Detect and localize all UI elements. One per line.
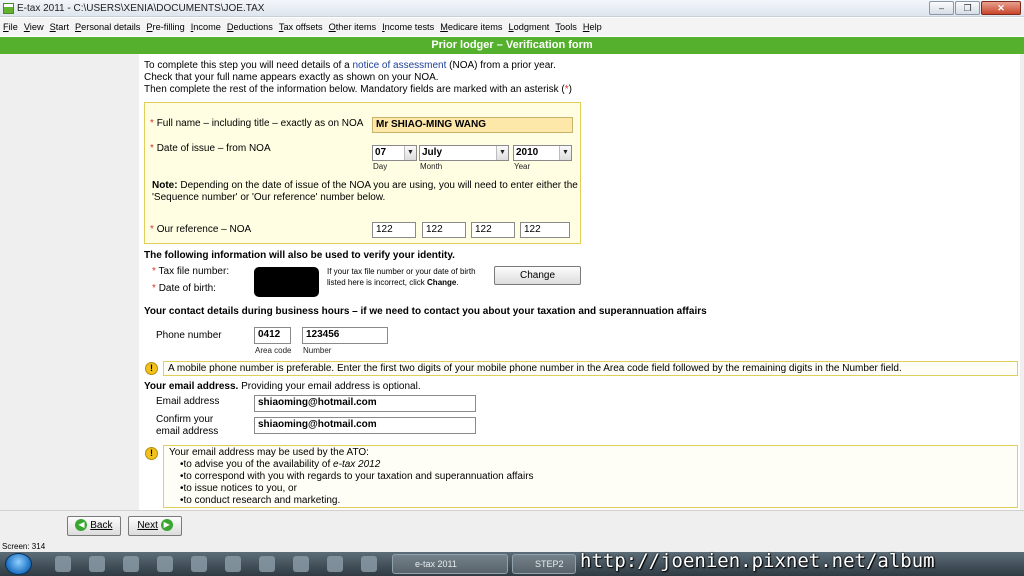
- month-select[interactable]: July ▼: [419, 145, 509, 161]
- date-of-issue-label: * Date of issue – from NOA: [150, 143, 271, 154]
- watermark-text: http://joenien.pixnet.net/album: [580, 550, 935, 572]
- maximize-button[interactable]: ❐: [955, 1, 980, 15]
- confirm-email-field[interactable]: shiaoming@hotmail.com: [254, 417, 476, 434]
- email-field[interactable]: shiaoming@hotmail.com: [254, 395, 476, 412]
- email-notice-item-4: •to conduct research and marketing.: [180, 495, 341, 506]
- mobile-notice: A mobile phone number is preferable. Ent…: [163, 361, 1018, 376]
- window-titlebar: E-tax 2011 - C:\USERS\XENIA\DOCUMENTS\JO…: [0, 0, 1024, 17]
- our-reference-label: * Our reference – NOA: [150, 224, 252, 235]
- year-caption: Year: [514, 162, 531, 171]
- menu-help[interactable]: Help: [583, 22, 602, 32]
- contact-heading: Your contact details during business hou…: [144, 306, 707, 317]
- day-select[interactable]: 07 ▼: [372, 145, 417, 161]
- taskbar-app-icon[interactable]: [361, 556, 377, 572]
- menu-pre-filling[interactable]: Pre-filling: [146, 22, 184, 32]
- change-button[interactable]: Change: [494, 266, 581, 285]
- email-heading: Your email address. Providing your email…: [144, 381, 421, 392]
- window-title: E-tax 2011 - C:\USERS\XENIA\DOCUMENTS\JO…: [17, 3, 265, 14]
- menu-bar: File View Start Personal details Pre-fil…: [0, 18, 1024, 36]
- right-margin: [1020, 54, 1024, 510]
- identity-help-line-1: If your tax file number or your date of …: [327, 267, 476, 276]
- fullname-field[interactable]: Mr SHIAO-MING WANG: [372, 117, 573, 133]
- menu-view[interactable]: View: [24, 22, 44, 32]
- taskbar-app-icon[interactable]: [157, 556, 173, 572]
- notice-of-assessment-link[interactable]: notice of assessment: [352, 60, 446, 71]
- menu-tax-offsets[interactable]: Tax offsets: [279, 22, 323, 32]
- close-button[interactable]: ✕: [981, 1, 1021, 15]
- warning-icon: !: [145, 362, 158, 375]
- month-caption: Month: [420, 162, 443, 171]
- chevron-down-icon: ▼: [496, 146, 508, 160]
- left-margin: [0, 54, 139, 510]
- menu-tools[interactable]: Tools: [555, 22, 576, 32]
- noa-note-line-2: 'Sequence number' or 'Our reference' num…: [152, 192, 386, 203]
- identity-help-line-2: listed here is incorrect, click Change.: [327, 278, 459, 287]
- email-notice-item-1: •to advise you of the availability of e-…: [180, 459, 381, 470]
- word-icon[interactable]: [293, 556, 309, 572]
- chrome-icon[interactable]: [259, 556, 275, 572]
- menu-other-items[interactable]: Other items: [329, 22, 377, 32]
- warning-icon: !: [145, 447, 158, 460]
- taskbar-etax-button[interactable]: e-tax 2011: [392, 554, 508, 574]
- intro-line-3: Then complete the rest of the informatio…: [144, 84, 573, 95]
- fullname-label: * Full name – including title – exactly …: [150, 118, 364, 129]
- email-notice-item-2: •to correspond with you with regards to …: [180, 471, 534, 482]
- menu-medicare-items[interactable]: Medicare items: [440, 22, 502, 32]
- email-notice-item-3: •to issue notices to you, or: [180, 483, 297, 494]
- taskbar-step2-button[interactable]: STEP2: [512, 554, 576, 574]
- number-caption: Number: [303, 346, 332, 355]
- taskbar-app-icon[interactable]: [191, 556, 207, 572]
- dob-label: * Date of birth:: [152, 283, 216, 294]
- day-caption: Day: [373, 162, 388, 171]
- page-title: Prior lodger – Verification form: [0, 37, 1024, 54]
- intro-line-2: Check that your full name appears exactl…: [144, 72, 439, 83]
- intro-line-1: To complete this step you will need deta…: [144, 60, 556, 71]
- chevron-down-icon: ▼: [404, 146, 416, 160]
- next-arrow-icon: ▶: [160, 519, 173, 532]
- menu-personal-details[interactable]: Personal details: [75, 22, 140, 32]
- year-select[interactable]: 2010 ▼: [513, 145, 572, 161]
- identity-heading: The following information will also be u…: [144, 250, 455, 261]
- menu-income[interactable]: Income: [191, 22, 221, 32]
- menu-file[interactable]: File: [3, 22, 18, 32]
- taskbar-app-icon[interactable]: [327, 556, 343, 572]
- etax-app-icon: [3, 3, 14, 14]
- next-button[interactable]: Next ▶: [128, 516, 182, 536]
- back-button[interactable]: ◀ Back: [67, 516, 121, 536]
- mobile-notice-text: A mobile phone number is preferable. Ent…: [168, 363, 902, 374]
- confirm-email-label-1: Confirm your: [156, 414, 214, 425]
- menu-income-tests[interactable]: Income tests: [382, 22, 434, 32]
- our-reference-field-4[interactable]: 122: [520, 222, 570, 238]
- our-reference-field-1[interactable]: 122: [372, 222, 416, 238]
- taskbar-app-icon[interactable]: [89, 556, 105, 572]
- redacted-tfn-dob: [254, 267, 319, 297]
- menu-deductions[interactable]: Deductions: [227, 22, 273, 32]
- back-arrow-icon: ◀: [75, 519, 88, 532]
- tfn-label: * Tax file number:: [152, 266, 230, 277]
- phone-number-field[interactable]: 123456: [302, 327, 388, 344]
- menu-lodgment[interactable]: Lodgment: [508, 22, 549, 32]
- our-reference-field-3[interactable]: 122: [471, 222, 515, 238]
- our-reference-field-2[interactable]: 122: [422, 222, 466, 238]
- taskbar-app-icon[interactable]: [55, 556, 71, 572]
- taskbar-app-icon[interactable]: [225, 556, 241, 572]
- noa-note-line-1: Note: Depending on the date of issue of …: [152, 180, 578, 191]
- area-code-field[interactable]: 0412: [254, 327, 291, 344]
- confirm-email-label-2: email address: [156, 426, 219, 437]
- minimize-button[interactable]: –: [929, 1, 954, 15]
- menu-start[interactable]: Start: [50, 22, 69, 32]
- start-button[interactable]: [5, 553, 32, 575]
- taskbar-app-icon[interactable]: [123, 556, 139, 572]
- phone-label: Phone number: [156, 330, 222, 341]
- email-usage-notice: Your email address may be used by the AT…: [163, 445, 1018, 508]
- chevron-down-icon: ▼: [559, 146, 571, 160]
- email-label: Email address: [156, 396, 220, 407]
- area-code-caption: Area code: [255, 346, 292, 355]
- email-notice-title: Your email address may be used by the AT…: [169, 447, 369, 458]
